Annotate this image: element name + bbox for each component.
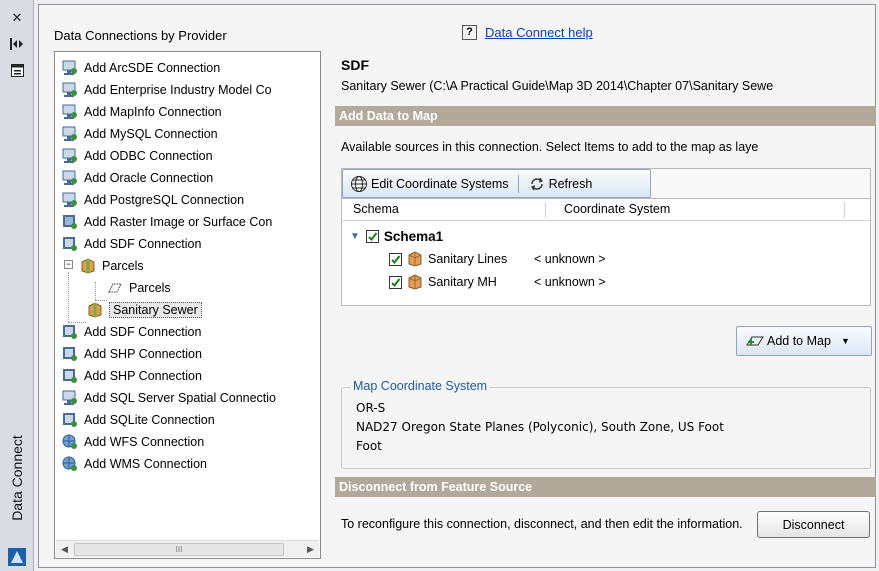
schema-grid[interactable]: Schema Coordinate System ▼ Schema1 Sanit… <box>341 198 871 306</box>
connection-icon <box>62 126 77 141</box>
feature-class-icon <box>408 251 422 267</box>
tree-item-shp-2[interactable]: Add SHP Connection <box>62 366 202 386</box>
tree-item-parcels-layer[interactable]: Parcels <box>107 278 171 298</box>
feature-class-checkbox[interactable] <box>389 252 402 266</box>
web-connection-icon <box>62 434 77 449</box>
connection-icon <box>62 82 77 97</box>
feature-class-cs: < unknown > <box>534 252 606 266</box>
tree-item-sdf-2[interactable]: Add SDF Connection <box>62 322 201 342</box>
tree-header: Data Connections by Provider <box>54 28 227 43</box>
column-header-schema[interactable]: Schema <box>353 202 399 216</box>
tree-item-mysql[interactable]: Add MySQL Connection <box>62 124 218 144</box>
palette-strip: ✕ Data Connect <box>0 0 34 571</box>
expand-arrow-icon[interactable]: ▼ <box>350 231 360 242</box>
help-link[interactable]: Data Connect help <box>485 25 593 40</box>
scroll-left-icon[interactable]: ◀ <box>57 543 72 556</box>
help-area: ? Data Connect help <box>462 25 593 40</box>
tree-item-sqlserver[interactable]: Add SQL Server Spatial Connectio <box>62 388 276 408</box>
tree-item-shp[interactable]: Add SHP Connection <box>62 344 202 364</box>
scroll-thumb[interactable]: III <box>74 543 284 556</box>
feature-class-name: Sanitary MH <box>428 275 497 289</box>
help-icon[interactable]: ? <box>462 25 477 40</box>
tree-item-mapinfo[interactable]: Add MapInfo Connection <box>62 102 222 122</box>
column-header-coordinate-system[interactable]: Coordinate System <box>564 202 670 216</box>
refresh-button[interactable]: Refresh <box>525 175 596 193</box>
toolbar-button-group: Edit Coordinate Systems Refresh <box>342 169 651 198</box>
feature-source-icon <box>81 258 95 274</box>
raster-connection-icon <box>63 215 77 229</box>
scroll-right-icon[interactable]: ▶ <box>303 543 318 556</box>
map-cs-description: NAD27 Oregon State Planes (Polyconic), S… <box>356 420 724 434</box>
add-layer-icon <box>746 336 764 346</box>
file-connection-icon <box>63 237 77 251</box>
feature-class-icon <box>408 274 422 290</box>
tree-item-wfs[interactable]: Add WFS Connection <box>62 432 204 452</box>
web-connection-icon <box>62 456 77 471</box>
properties-icon[interactable] <box>9 62 25 78</box>
collapse-icon[interactable]: − <box>64 260 73 269</box>
dropdown-arrow-icon[interactable]: ▼ <box>841 336 850 346</box>
feature-source-icon <box>88 302 102 318</box>
close-icon[interactable]: ✕ <box>9 10 25 26</box>
tree-item-raster[interactable]: Add Raster Image or Surface Con <box>62 212 272 232</box>
palette-title: Data Connect <box>9 435 26 521</box>
connection-icon <box>62 170 77 185</box>
feature-class-cs: < unknown > <box>534 275 606 289</box>
disconnect-section-header: Disconnect from Feature Source <box>335 477 876 497</box>
map-cs-code: OR-S <box>356 401 386 415</box>
connection-path: Sanitary Sewer (C:\A Practical Guide\Map… <box>341 79 774 93</box>
refresh-icon <box>530 177 543 190</box>
tree-item-oracle[interactable]: Add Oracle Connection <box>62 168 213 188</box>
auto-hide-icon[interactable] <box>9 36 25 52</box>
autocad-logo-icon <box>8 548 26 566</box>
connection-icon <box>62 60 77 75</box>
data-connect-panel: Data Connections by Provider Add ArcSDE … <box>38 4 876 568</box>
tree-item-arcsde[interactable]: Add ArcSDE Connection <box>62 58 220 78</box>
connection-tree[interactable]: Add ArcSDE Connection Add Enterprise Ind… <box>54 51 321 559</box>
schema-row[interactable]: ▼ Schema1 <box>350 226 443 246</box>
schema-name: Schema1 <box>383 228 444 244</box>
add-to-map-button[interactable]: Add to Map ▼ <box>736 326 872 356</box>
polygon-layer-icon <box>108 283 122 293</box>
connection-type: SDF <box>341 57 369 73</box>
schema-checkbox[interactable] <box>365 229 379 243</box>
tree-item-sqlite[interactable]: Add SQLite Connection <box>62 410 215 430</box>
tree-item-sdf[interactable]: Add SDF Connection <box>62 234 201 254</box>
file-connection-icon <box>63 325 77 339</box>
tree-item-sanitary-sewer[interactable]: Sanitary Sewer <box>87 300 202 320</box>
connection-icon <box>62 390 77 405</box>
connection-icon <box>62 104 77 119</box>
feature-class-checkbox[interactable] <box>389 275 402 289</box>
tree-item-odbc[interactable]: Add ODBC Connection <box>62 146 213 166</box>
map-cs-units: Foot <box>356 439 382 453</box>
disconnect-description: To reconfigure this connection, disconne… <box>341 517 743 531</box>
tree-item-parcels-source[interactable]: Parcels <box>80 256 144 276</box>
file-connection-icon <box>63 347 77 361</box>
feature-class-name: Sanitary Lines <box>428 252 508 266</box>
tree-item-postgresql[interactable]: Add PostgreSQL Connection <box>62 190 244 210</box>
grid-header: Schema Coordinate System <box>342 199 870 221</box>
table-row[interactable]: Sanitary MH < unknown > <box>389 272 606 292</box>
connection-icon <box>62 148 77 163</box>
file-connection-icon <box>63 413 77 427</box>
horizontal-scrollbar[interactable]: ◀ III ▶ <box>56 540 319 557</box>
add-data-section-header: Add Data to Map <box>335 106 876 126</box>
map-cs-legend: Map Coordinate System <box>350 379 491 393</box>
disconnect-button[interactable]: Disconnect <box>757 511 870 538</box>
globe-icon <box>351 175 367 192</box>
source-toolbar: Edit Coordinate Systems Refresh <box>341 168 871 198</box>
tree-item-wms[interactable]: Add WMS Connection <box>62 454 207 474</box>
tree-item-enterprise[interactable]: Add Enterprise Industry Model Co <box>62 80 272 100</box>
map-coordinate-system-group: Map Coordinate System OR-S NAD27 Oregon … <box>341 379 871 469</box>
connection-icon <box>62 192 77 207</box>
table-row[interactable]: Sanitary Lines < unknown > <box>389 249 606 269</box>
add-data-description: Available sources in this connection. Se… <box>341 140 759 154</box>
file-connection-icon <box>63 369 77 383</box>
edit-coordinate-systems-button[interactable]: Edit Coordinate Systems <box>347 175 512 193</box>
